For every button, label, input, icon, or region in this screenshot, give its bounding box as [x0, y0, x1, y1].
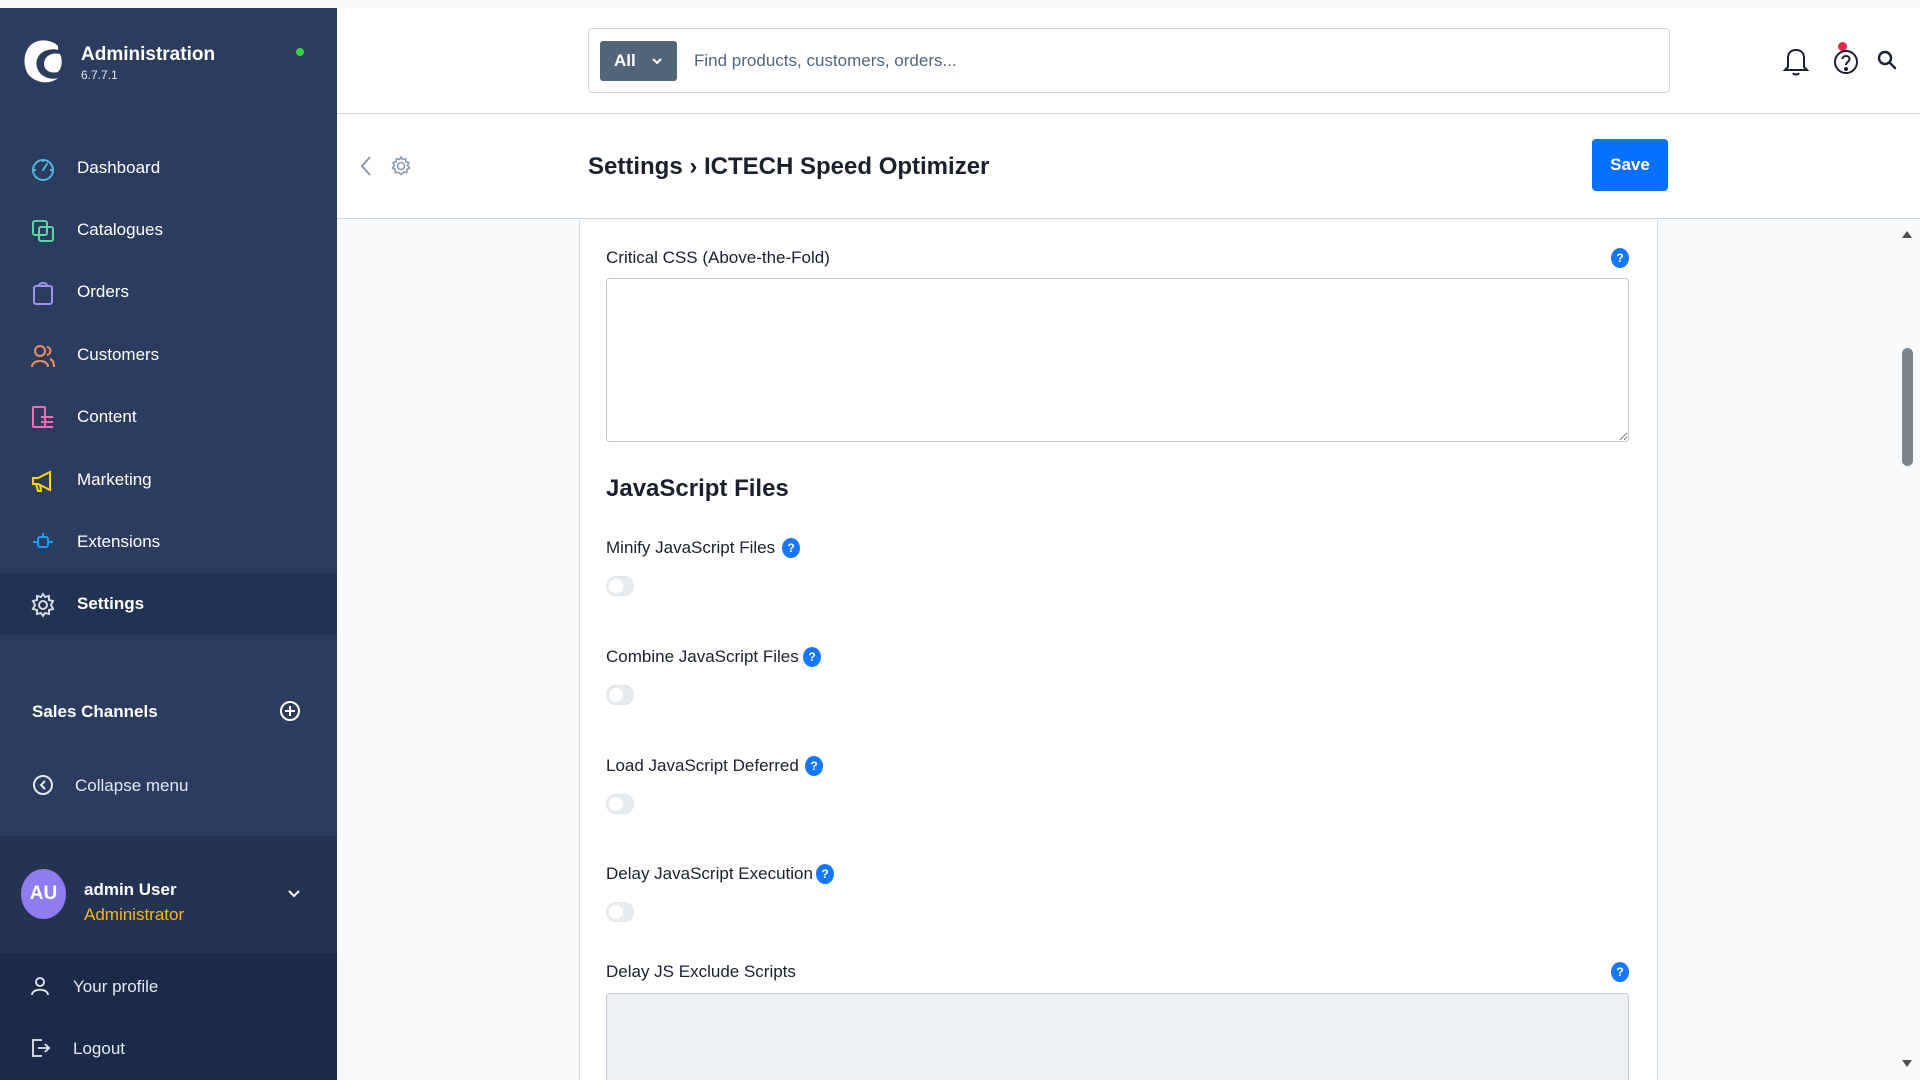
sidebar-header: Administration 6.7.7.1	[0, 8, 337, 108]
orders-icon	[33, 282, 53, 305]
user-icon	[31, 977, 49, 996]
smart-bar: Settings › ICTECH Speed Optimizer Save	[337, 115, 1920, 219]
sidebar-item-marketing[interactable]: Marketing	[0, 449, 337, 511]
user-name: admin User	[84, 880, 177, 899]
delay-js-exclude-label: Delay JS Exclude Scripts	[606, 962, 796, 981]
help-icon[interactable]: ?	[782, 538, 800, 558]
extensions-icon	[33, 533, 53, 548]
scroll-up-arrow-icon[interactable]	[1901, 229, 1913, 239]
javascript-files-heading: JavaScript Files	[606, 475, 789, 502]
status-indicator	[296, 48, 304, 56]
chevron-down-icon[interactable]	[286, 886, 302, 902]
app-title: Administration	[81, 44, 216, 65]
sidebar-item-content[interactable]: Content	[0, 386, 337, 448]
app-version: 6.7.7.1	[81, 68, 118, 82]
combine-js-toggle[interactable]	[606, 685, 634, 705]
sidebar-item-catalogues[interactable]: Catalogues	[0, 199, 337, 261]
search-type-select[interactable]: All	[600, 41, 677, 81]
minify-js-toggle[interactable]	[606, 576, 634, 596]
help-icon[interactable]: ?	[1611, 248, 1629, 268]
sidebar-item-label: Orders	[77, 282, 129, 301]
content-icon	[32, 406, 53, 428]
search-input[interactable]	[694, 41, 1594, 81]
logout-label: Logout	[73, 1039, 125, 1058]
help-icon[interactable]: ?	[816, 864, 834, 884]
shopware-logo-icon[interactable]	[22, 38, 64, 84]
settings-content: Critical CSS (Above-the-Fold) ? JavaScri…	[337, 220, 1920, 1080]
delay-js-execution-toggle[interactable]	[606, 902, 634, 922]
sidebar-item-orders[interactable]: Orders	[0, 261, 337, 323]
sidebar-item-settings[interactable]: Settings	[0, 573, 337, 635]
search-type-label: All	[614, 51, 636, 70]
add-sales-channel-icon[interactable]	[279, 700, 301, 722]
settings-card: Critical CSS (Above-the-Fold) ? JavaScri…	[579, 220, 1658, 1080]
dashboard-icon	[32, 159, 54, 181]
sidebar-item-label: Customers	[77, 345, 160, 364]
gear-icon	[391, 155, 411, 176]
global-search: All	[588, 28, 1897, 93]
help-icon[interactable]: ?	[805, 756, 823, 776]
sidebar-item-label: Marketing	[77, 470, 152, 489]
load-js-deferred-toggle[interactable]	[606, 794, 634, 814]
logout-icon	[32, 1039, 51, 1057]
critical-css-label: Critical CSS (Above-the-Fold)	[606, 248, 830, 267]
help-icon[interactable]: ?	[803, 647, 821, 667]
sidebar-item-extensions[interactable]: Extensions	[0, 511, 337, 573]
search-icon[interactable]	[1876, 49, 1898, 71]
sales-channels-heading: Sales Channels	[32, 702, 158, 721]
sidebar-item-label: Dashboard	[77, 158, 161, 177]
page-title: Settings › ICTECH Speed Optimizer	[588, 153, 990, 180]
notification-bell-icon[interactable]	[1781, 45, 1811, 77]
delay-js-exclude-textarea	[606, 993, 1629, 1080]
critical-css-textarea[interactable]	[606, 278, 1629, 442]
logout-link[interactable]: Logout	[0, 1028, 337, 1068]
marketing-icon	[32, 470, 51, 492]
your-profile-link[interactable]: Your profile	[0, 966, 337, 1006]
scroll-down-arrow-icon[interactable]	[1901, 1059, 1913, 1069]
customers-icon	[31, 345, 55, 368]
user-menu[interactable]: AU admin User Administrator	[0, 836, 337, 953]
collapse-menu-label: Collapse menu	[75, 776, 189, 795]
avatar: AU	[21, 869, 66, 919]
sidebar-item-dashboard[interactable]: Dashboard	[0, 137, 337, 199]
help-icon[interactable]	[1832, 48, 1860, 76]
save-button[interactable]: Save	[1592, 139, 1668, 191]
help-icon[interactable]: ?	[1611, 962, 1629, 982]
top-bar: All	[337, 8, 1920, 114]
sidebar-item-label: Settings	[77, 594, 145, 613]
chevron-down-icon	[652, 58, 662, 65]
catalogues-icon	[32, 220, 54, 242]
collapse-menu-button[interactable]: Collapse menu	[0, 764, 337, 804]
user-role: Administrator	[84, 905, 185, 924]
minify-js-label: Minify JavaScript Files	[606, 538, 776, 557]
combine-js-label: Combine JavaScript Files	[606, 647, 799, 666]
user-actions: Your profile Logout	[0, 953, 337, 1080]
sidebar-item-customers[interactable]: Customers	[0, 324, 337, 386]
sidebar-item-label: Extensions	[77, 532, 161, 551]
delay-js-execution-label: Delay JavaScript Execution	[606, 864, 813, 883]
collapse-arrow-icon	[33, 775, 53, 795]
sidebar-item-label: Catalogues	[77, 220, 164, 239]
scrollbar-thumb[interactable]	[1902, 348, 1913, 466]
your-profile-label: Your profile	[73, 977, 159, 996]
sidebar: Administration 6.7.7.1 Dashboard Catalog…	[0, 8, 337, 1080]
sidebar-item-label: Content	[77, 407, 137, 426]
settings-icon	[31, 592, 55, 618]
chevron-left-icon[interactable]	[357, 153, 375, 179]
load-js-deferred-label: Load JavaScript Deferred	[606, 756, 799, 775]
